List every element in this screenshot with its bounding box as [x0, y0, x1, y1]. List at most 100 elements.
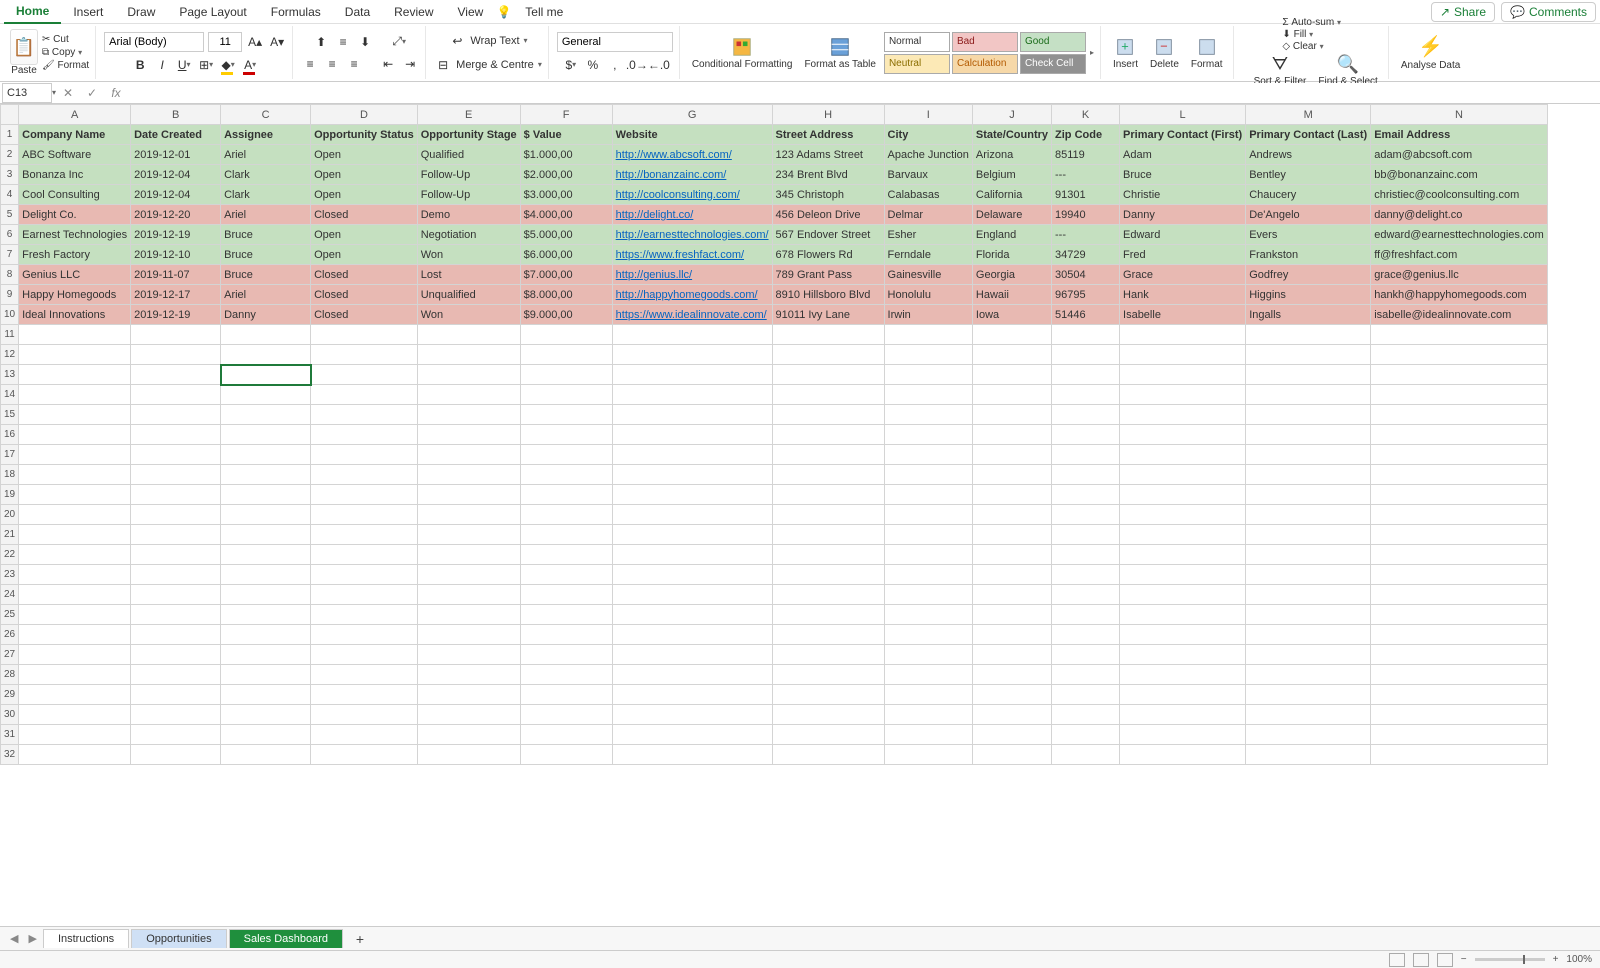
menu-tab-page-layout[interactable]: Page Layout: [167, 1, 258, 23]
empty-cell[interactable]: [131, 685, 221, 705]
empty-cell[interactable]: [612, 385, 772, 405]
empty-cell[interactable]: [417, 605, 520, 625]
data-cell[interactable]: Clark: [221, 165, 311, 185]
row-header[interactable]: 18: [1, 465, 19, 485]
data-cell[interactable]: christiec@coolconsulting.com: [1371, 185, 1548, 205]
font-size-select[interactable]: [208, 32, 242, 52]
empty-cell[interactable]: [221, 725, 311, 745]
empty-cell[interactable]: [972, 405, 1051, 425]
data-cell[interactable]: http://coolconsulting.com/: [612, 185, 772, 205]
row-header[interactable]: 2: [1, 145, 19, 165]
empty-cell[interactable]: [612, 705, 772, 725]
col-header-E[interactable]: E: [417, 105, 520, 125]
empty-cell[interactable]: [1052, 725, 1120, 745]
data-cell[interactable]: England: [972, 225, 1051, 245]
align-right-icon[interactable]: ≡: [345, 55, 363, 73]
empty-cell[interactable]: [1371, 605, 1548, 625]
empty-cell[interactable]: [972, 645, 1051, 665]
empty-cell[interactable]: [1052, 645, 1120, 665]
empty-cell[interactable]: [131, 625, 221, 645]
empty-cell[interactable]: [131, 565, 221, 585]
data-cell[interactable]: 91301: [1052, 185, 1120, 205]
empty-cell[interactable]: [772, 405, 884, 425]
row-header[interactable]: 31: [1, 725, 19, 745]
empty-cell[interactable]: [417, 645, 520, 665]
empty-cell[interactable]: [221, 645, 311, 665]
empty-cell[interactable]: [884, 385, 972, 405]
zoom-in-button[interactable]: +: [1553, 954, 1559, 965]
menu-tab-insert[interactable]: Insert: [61, 1, 115, 23]
col-header-D[interactable]: D: [311, 105, 418, 125]
empty-cell[interactable]: [1371, 405, 1548, 425]
empty-cell[interactable]: [1052, 465, 1120, 485]
data-cell[interactable]: http://genius.llc/: [612, 265, 772, 285]
empty-cell[interactable]: [417, 345, 520, 365]
empty-cell[interactable]: [417, 685, 520, 705]
data-cell[interactable]: Isabelle: [1120, 305, 1246, 325]
data-cell[interactable]: Closed: [311, 265, 418, 285]
empty-cell[interactable]: [772, 605, 884, 625]
empty-cell[interactable]: [884, 745, 972, 765]
empty-cell[interactable]: [417, 365, 520, 385]
data-cell[interactable]: Evers: [1246, 225, 1371, 245]
data-cell[interactable]: Hawaii: [972, 285, 1051, 305]
style-good[interactable]: Good: [1020, 32, 1086, 52]
col-header-C[interactable]: C: [221, 105, 311, 125]
empty-cell[interactable]: [1052, 505, 1120, 525]
empty-cell[interactable]: [1371, 685, 1548, 705]
empty-cell[interactable]: [612, 405, 772, 425]
header-cell[interactable]: Email Address: [1371, 125, 1548, 145]
row-header[interactable]: 11: [1, 325, 19, 345]
empty-cell[interactable]: [1120, 705, 1246, 725]
empty-cell[interactable]: [221, 585, 311, 605]
empty-cell[interactable]: [1120, 345, 1246, 365]
empty-cell[interactable]: [417, 445, 520, 465]
empty-cell[interactable]: [772, 545, 884, 565]
empty-cell[interactable]: [131, 585, 221, 605]
empty-cell[interactable]: [1246, 345, 1371, 365]
style-neutral[interactable]: Neutral: [884, 54, 950, 74]
empty-cell[interactable]: [884, 545, 972, 565]
empty-cell[interactable]: [612, 745, 772, 765]
orientation-icon[interactable]: ⤢▾: [390, 33, 408, 51]
data-cell[interactable]: Fred: [1120, 245, 1246, 265]
format-cell-button[interactable]: Format: [1187, 34, 1227, 72]
empty-cell[interactable]: [311, 525, 418, 545]
empty-cell[interactable]: [19, 405, 131, 425]
empty-cell[interactable]: [1246, 425, 1371, 445]
empty-cell[interactable]: [520, 725, 612, 745]
empty-cell[interactable]: [884, 565, 972, 585]
data-cell[interactable]: 123 Adams Street: [772, 145, 884, 165]
data-cell[interactable]: Iowa: [972, 305, 1051, 325]
empty-cell[interactable]: [19, 545, 131, 565]
data-cell[interactable]: 91011 Ivy Lane: [772, 305, 884, 325]
empty-cell[interactable]: [884, 465, 972, 485]
data-cell[interactable]: $8.000,00: [520, 285, 612, 305]
empty-cell[interactable]: [311, 745, 418, 765]
data-cell[interactable]: Delaware: [972, 205, 1051, 225]
data-cell[interactable]: bb@bonanzainc.com: [1371, 165, 1548, 185]
header-cell[interactable]: Zip Code: [1052, 125, 1120, 145]
empty-cell[interactable]: [1371, 385, 1548, 405]
header-cell[interactable]: $ Value: [520, 125, 612, 145]
style-check-cell[interactable]: Check Cell: [1020, 54, 1086, 74]
empty-cell[interactable]: [884, 445, 972, 465]
empty-cell[interactable]: [417, 425, 520, 445]
data-cell[interactable]: Florida: [972, 245, 1051, 265]
empty-cell[interactable]: [772, 625, 884, 645]
empty-cell[interactable]: [1120, 605, 1246, 625]
empty-cell[interactable]: [612, 485, 772, 505]
empty-cell[interactable]: [1052, 365, 1120, 385]
style-bad[interactable]: Bad: [952, 32, 1018, 52]
empty-cell[interactable]: [772, 525, 884, 545]
col-header-I[interactable]: I: [884, 105, 972, 125]
empty-cell[interactable]: [417, 325, 520, 345]
empty-cell[interactable]: [1246, 605, 1371, 625]
empty-cell[interactable]: [1120, 425, 1246, 445]
data-cell[interactable]: 345 Christoph: [772, 185, 884, 205]
data-cell[interactable]: Won: [417, 245, 520, 265]
empty-cell[interactable]: [772, 345, 884, 365]
menu-tab-view[interactable]: View: [446, 1, 496, 23]
row-header[interactable]: 7: [1, 245, 19, 265]
styles-more-icon[interactable]: ▸: [1090, 48, 1094, 57]
